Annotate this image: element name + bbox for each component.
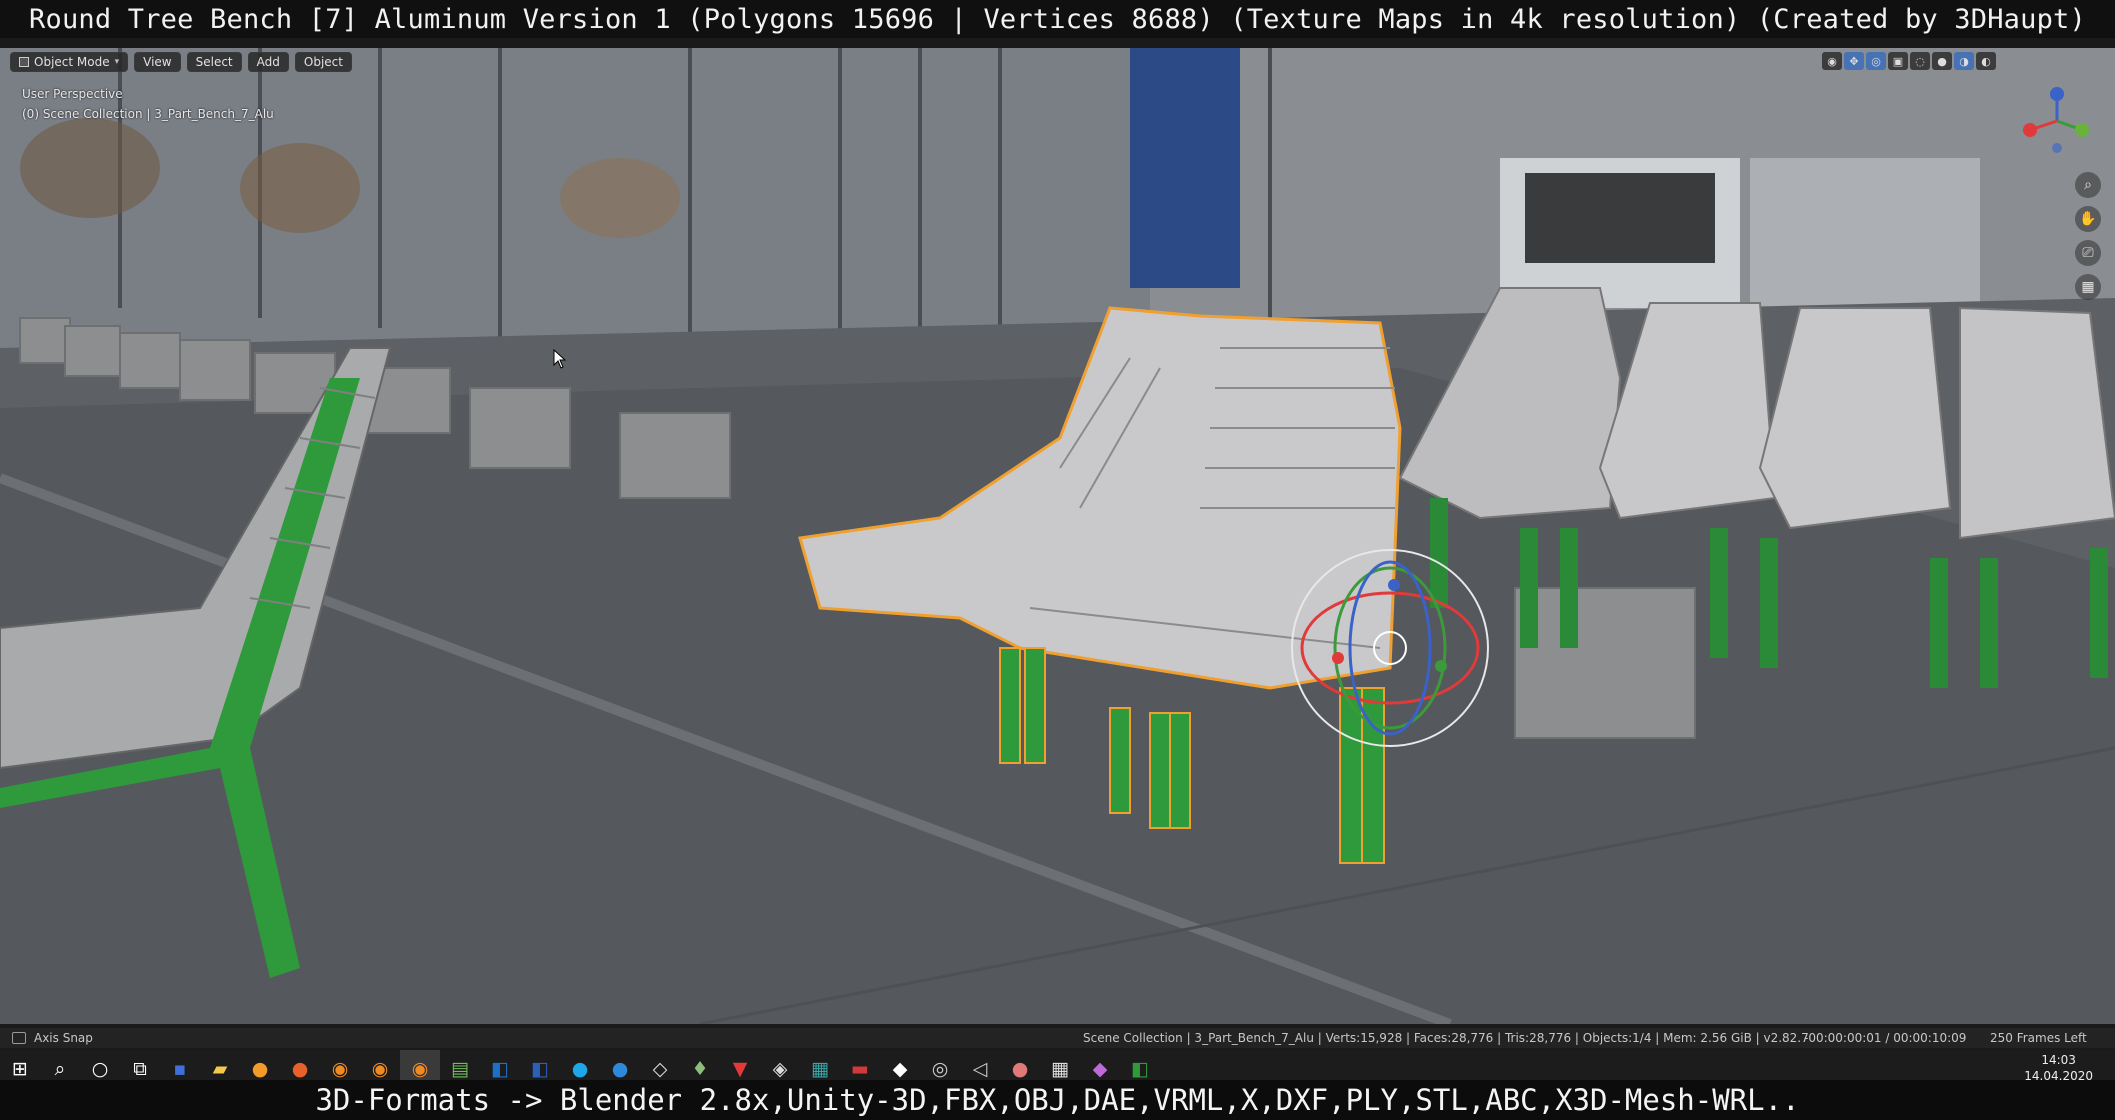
object-mode-dropdown[interactable]: Object Mode ▾ (10, 52, 129, 72)
menu-view[interactable]: View (134, 52, 181, 72)
viewport-header: Object Mode ▾ View Select Add Object (0, 48, 2115, 76)
wireframe-shading-icon[interactable]: ◌ (1910, 52, 1930, 70)
menu-add[interactable]: Add (247, 52, 289, 72)
rendered-shading-icon[interactable]: ◐ (1976, 52, 1996, 70)
mouse-icon (12, 1032, 26, 1044)
ortho-grid-icon[interactable]: ▦ (2075, 274, 2101, 300)
gizmo-toggle-icon[interactable]: ✥ (1844, 52, 1864, 70)
camera-view-icon[interactable]: ⎚ (2075, 240, 2101, 266)
status-bar: Axis Snap Scene Collection | 3_Part_Benc… (0, 1028, 2115, 1048)
scene-backdrop (0, 48, 2115, 1024)
viewport-overlay-controls: ◉ ✥ ◎ ▣ ◌ ● ◑ ◐ (1822, 52, 1996, 70)
object-mode-icon (19, 57, 29, 67)
material-shading-icon[interactable]: ◑ (1954, 52, 1974, 70)
perspective-label: User Perspective (22, 87, 123, 101)
chevron-down-icon: ▾ (114, 57, 120, 67)
frames-left: 250 Frames Left (1990, 1031, 2087, 1045)
menu-object[interactable]: Object (294, 52, 352, 72)
viewport-info-overlay: User Perspective (0) Scene Collection | … (22, 84, 274, 124)
zoom-icon[interactable]: ⌕ (2075, 172, 2101, 198)
menu-select[interactable]: Select (186, 52, 242, 72)
navigation-tools: ⌕ ✋ ⎚ ▦ (2075, 172, 2101, 300)
solid-shading-icon[interactable]: ● (1932, 52, 1952, 70)
video-title-bar: Round Tree Bench [7] Aluminum Version 1 … (0, 0, 2115, 38)
clock-time: 14:03 (2041, 1053, 2076, 1067)
video-caption-bar: 3D-Formats -> Blender 2.8x,Unity-3D,FBX,… (0, 1080, 2115, 1120)
video-caption: 3D-Formats -> Blender 2.8x,Unity-3D,FBX,… (315, 1083, 1800, 1117)
3d-viewport[interactable] (0, 48, 2115, 1024)
video-title: Round Tree Bench [7] Aluminum Version 1 … (29, 3, 2086, 35)
timecode: -00:00:00:01 / 00:00:10:09 (1804, 1031, 1967, 1045)
overlay-toggle-icon[interactable]: ◎ (1866, 52, 1886, 70)
pan-hand-icon[interactable]: ✋ (2075, 206, 2101, 232)
scene-statistics: Scene Collection | 3_Part_Bench_7_Alu | … (1083, 1031, 1809, 1045)
axis-snap-hint: Axis Snap (0, 1031, 93, 1045)
object-mode-label: Object Mode (34, 55, 110, 69)
visibility-icon[interactable]: ◉ (1822, 52, 1842, 70)
mouse-cursor-icon (553, 349, 567, 369)
navigation-gizmo[interactable] (2022, 86, 2092, 156)
active-collection-label: (0) Scene Collection | 3_Part_Bench_7_Al… (22, 107, 274, 121)
axis-snap-label: Axis Snap (34, 1031, 93, 1045)
xray-toggle-icon[interactable]: ▣ (1888, 52, 1908, 70)
